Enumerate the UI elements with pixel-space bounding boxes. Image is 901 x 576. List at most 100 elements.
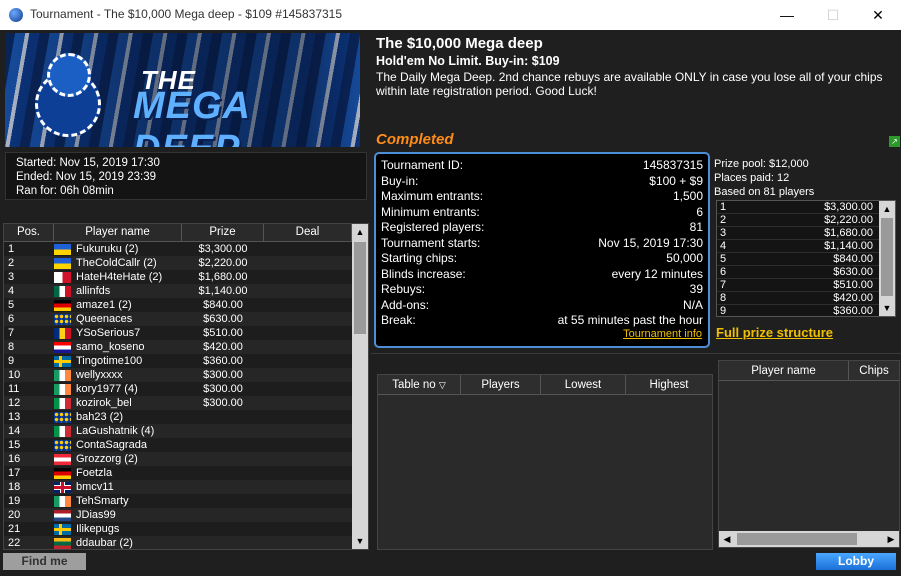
prize-pos: 5 (720, 253, 727, 265)
player-row[interactable]: 1 Fukuruku (2) $3,300.00 (4, 242, 368, 256)
full-prize-structure-link[interactable]: Full prize structure (716, 325, 833, 340)
lobby-button[interactable]: Lobby (816, 553, 896, 570)
minimize-button[interactable]: — (764, 0, 810, 30)
prize-amount: $840.00 (833, 253, 873, 265)
player-name: Queenaces (76, 313, 133, 325)
scroll-down-icon[interactable]: ▼ (879, 300, 895, 316)
player-row[interactable]: 22 ddaubar (2) (4, 536, 368, 549)
player-row[interactable]: 13 bah23 (2) (4, 410, 368, 424)
player-row[interactable]: 4 allinfds $1,140.00 (4, 284, 368, 298)
close-button[interactable]: ✕ (855, 0, 901, 30)
player-row[interactable]: 14 LaGushatnik (4) (4, 424, 368, 438)
info-label: Registered players: (381, 220, 485, 234)
player-row[interactable]: 16 Grozzorg (2) (4, 452, 368, 466)
prize-row: 6 $630.00 (717, 266, 895, 279)
find-me-button[interactable]: Find me (3, 553, 86, 570)
prize-pos: 8 (720, 292, 727, 304)
players-table[interactable]: Pos. Player name Prize Deal 1 Fukuruku (2… (3, 223, 369, 550)
resize-grip-icon[interactable]: ↗ (889, 136, 900, 147)
column-header-table-no[interactable]: Table no ▽ (378, 375, 461, 394)
column-header-prize[interactable]: Prize (182, 224, 264, 241)
player-position: 11 (8, 383, 20, 395)
scroll-left-icon[interactable]: ◀ (719, 531, 735, 547)
column-header-player-name[interactable]: Player name (719, 361, 849, 380)
player-position: 12 (8, 397, 21, 409)
tournament-banner: THE MEGA DEEP (5, 33, 360, 147)
column-header-player[interactable]: Player name (54, 224, 182, 241)
scroll-down-icon[interactable]: ▼ (352, 533, 368, 549)
player-name-cell: wellyxxxx (54, 368, 182, 382)
player-deal (264, 354, 352, 368)
player-row[interactable]: 12 kozirok_bel $300.00 (4, 396, 368, 410)
player-row[interactable]: 7 YSoSerious7 $510.00 (4, 326, 368, 340)
player-row[interactable]: 6 Queenaces $630.00 (4, 312, 368, 326)
player-row[interactable]: 2 TheColdCallr (2) $2,220.00 (4, 256, 368, 270)
player-name-cell: kozirok_bel (54, 396, 182, 410)
tables-grid[interactable]: Table no ▽ Players Lowest Highest (377, 374, 713, 550)
player-row[interactable]: 3 HateH4teHate (2) $1,680.00 (4, 270, 368, 284)
player-position: 5 (8, 299, 15, 311)
player-row[interactable]: 21 Ilikepugs (4, 522, 368, 536)
player-deal (264, 424, 352, 438)
player-name: Ilikepugs (76, 523, 120, 535)
scroll-up-icon[interactable]: ▲ (352, 224, 368, 240)
prize-row: 7 $510.00 (717, 279, 895, 292)
window-titlebar: Tournament - The $10,000 Mega deep - $10… (0, 0, 901, 30)
scroll-up-icon[interactable]: ▲ (879, 201, 895, 217)
player-prize: $1,680.00 (198, 271, 248, 283)
info-row: Buy-in: $100 + $9 (381, 174, 703, 190)
player-row[interactable]: 15 ContaSagrada (4, 438, 368, 452)
player-row[interactable]: 18 bmcv11 (4, 480, 368, 494)
column-header-players[interactable]: Players (461, 375, 541, 394)
player-position: 4 (8, 285, 15, 297)
prize-pos: 9 (720, 305, 727, 317)
info-row: Tournament starts: Nov 15, 2019 17:30 (381, 236, 703, 252)
maximize-button[interactable]: ☐ (810, 0, 856, 30)
column-header-lowest[interactable]: Lowest (541, 375, 626, 394)
player-row[interactable]: 19 TehSmarty (4, 494, 368, 508)
column-header-pos[interactable]: Pos. (4, 224, 54, 241)
players-scrollbar[interactable]: ▲ ▼ (352, 224, 368, 549)
column-header-highest[interactable]: Highest (626, 375, 712, 394)
player-row[interactable]: 17 Foetzla (4, 466, 368, 480)
column-header-deal[interactable]: Deal (264, 224, 352, 241)
run-duration: Ran for: 06h 08min (16, 185, 114, 197)
country-flag-icon (54, 495, 71, 507)
prize-scrollbar[interactable]: ▲ ▼ (879, 201, 895, 316)
info-label: Blinds increase: (381, 266, 466, 281)
column-header-chips[interactable]: Chips (849, 361, 899, 380)
player-row[interactable]: 9 Tingotime100 $360.00 (4, 354, 368, 368)
player-row[interactable]: 10 wellyxxxx $300.00 (4, 368, 368, 382)
prize-list[interactable]: 1 $3,300.00 2 $2,220.00 3 $1,680.00 4 $1,140… (716, 200, 896, 317)
scroll-thumb[interactable] (881, 218, 893, 296)
player-name: Tingotime100 (76, 355, 143, 367)
player-row[interactable]: 11 kory1977 (4) $300.00 (4, 382, 368, 396)
player-name-cell: Tingotime100 (54, 354, 182, 368)
info-label: Minimum entrants: (381, 204, 480, 219)
country-flag-icon (54, 341, 71, 353)
info-value: 145837315 (642, 158, 703, 172)
player-position: 2 (8, 257, 15, 269)
info-row: Minimum entrants: 6 (381, 205, 703, 221)
player-name-cell: Queenaces (54, 312, 182, 326)
player-row[interactable]: 8 samo_koseno $420.00 (4, 340, 368, 354)
table-players-grid[interactable]: Player name Chips ◀ ▶ (718, 360, 900, 548)
player-prize: $2,220.00 (198, 257, 248, 269)
scroll-right-icon[interactable]: ▶ (883, 531, 899, 547)
country-flag-icon (54, 243, 71, 255)
player-deal (264, 480, 352, 494)
horizontal-scrollbar[interactable]: ◀ ▶ (719, 531, 899, 547)
tournament-info-link[interactable]: Tournament info (623, 328, 702, 340)
player-row[interactable]: 20 JDias99 (4, 508, 368, 522)
scroll-thumb[interactable] (737, 533, 857, 545)
player-prize: $630.00 (203, 313, 243, 325)
player-position: 6 (8, 313, 15, 325)
player-row[interactable]: 5 amaze1 (2) $840.00 (4, 298, 368, 312)
app-icon (9, 8, 23, 22)
player-deal (264, 298, 352, 312)
scroll-thumb[interactable] (354, 242, 366, 334)
country-flag-icon (54, 369, 71, 381)
player-prize (182, 480, 264, 494)
player-prize (182, 494, 264, 508)
info-value: N/A (682, 297, 703, 312)
